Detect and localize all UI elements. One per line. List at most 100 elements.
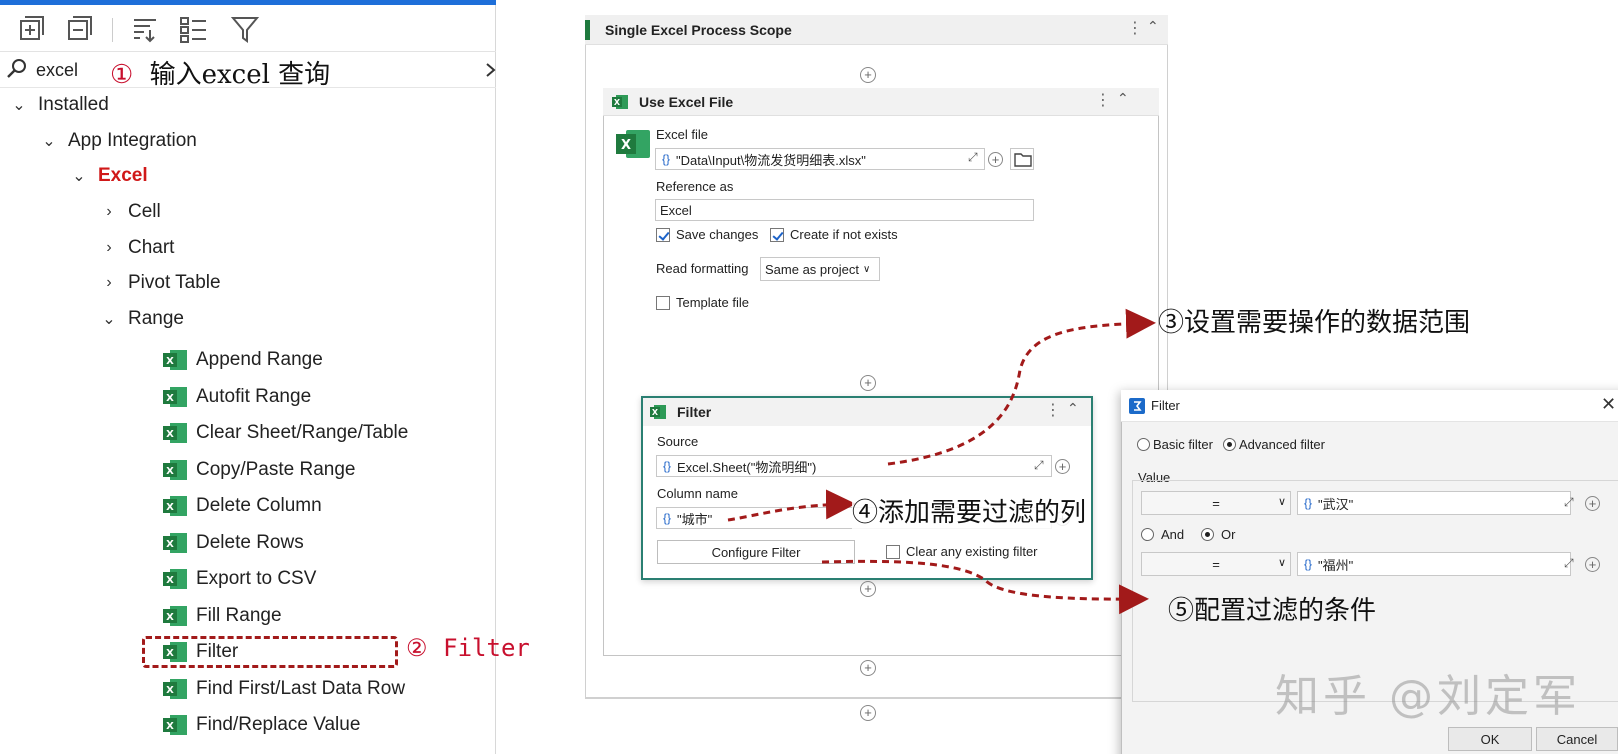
tree-item-app-integration[interactable]: ⌄ App Integration — [38, 124, 197, 158]
cancel-button[interactable]: Cancel — [1536, 727, 1618, 751]
value-input-2[interactable]: {} "福州" — [1297, 552, 1571, 576]
add-activity-icon[interactable]: + — [860, 67, 876, 83]
read-formatting-select[interactable]: Same as project ∨ — [760, 257, 880, 281]
activity-list-item[interactable]: X Export to CSV — [162, 562, 316, 596]
save-changes-label: Save changes — [676, 227, 759, 242]
source-input[interactable]: {} Excel.Sheet("物流明细") — [656, 455, 1052, 477]
clear-existing-filter-option[interactable]: Clear any existing filter — [886, 544, 1038, 559]
create-if-not-exists-checkbox[interactable] — [770, 227, 784, 242]
expand-editor-icon[interactable]: ⤢ — [1564, 495, 1574, 510]
browse-folder-button[interactable] — [1010, 148, 1034, 170]
ok-label: OK — [1480, 731, 1500, 747]
expand-all-icon[interactable] — [16, 14, 46, 44]
and-option[interactable]: And — [1141, 527, 1184, 542]
panel-top-accent — [0, 0, 496, 5]
add-value-icon[interactable]: + — [1585, 557, 1600, 572]
chevron-right-icon: › — [106, 239, 112, 256]
add-activity-icon[interactable]: + — [860, 705, 876, 721]
more-options-icon[interactable]: ⋮ — [1095, 90, 1111, 110]
dialog-title: Filter — [1151, 398, 1180, 413]
tree-item-chart[interactable]: › Chart — [98, 231, 174, 265]
activity-list-item[interactable]: X Autofit Range — [162, 380, 311, 414]
add-value-icon[interactable]: + — [1055, 459, 1070, 474]
activities-search-row: ① 输入excel 查询 — [0, 52, 496, 91]
template-file-checkbox[interactable] — [656, 295, 670, 310]
add-value-icon[interactable]: + — [988, 152, 1003, 167]
add-value-icon[interactable]: + — [1585, 496, 1600, 511]
advanced-filter-label: Advanced filter — [1239, 437, 1325, 452]
search-input[interactable] — [36, 56, 116, 84]
advanced-filter-radio[interactable] — [1223, 438, 1236, 451]
more-options-icon[interactable]: ⋮ — [1045, 400, 1061, 420]
sort-icon[interactable] — [130, 14, 160, 44]
svg-text:X: X — [166, 393, 174, 404]
list-view-icon[interactable] — [178, 14, 208, 44]
tree-item-range[interactable]: ⌄ Range — [98, 302, 184, 336]
activity-list-item[interactable]: X Fill Range — [162, 599, 282, 633]
operator-select-1[interactable]: = — [1141, 491, 1291, 515]
tree-item-cell[interactable]: › Cell — [98, 195, 161, 229]
more-options-icon[interactable]: ⋮ — [1127, 18, 1143, 38]
close-icon[interactable]: ✕ — [1601, 394, 1616, 415]
or-radio[interactable] — [1201, 528, 1214, 541]
add-activity-icon[interactable]: + — [860, 375, 876, 391]
template-file-option[interactable]: Template file — [656, 295, 749, 310]
scope-title: Single Excel Process Scope — [605, 22, 792, 38]
and-radio[interactable] — [1141, 528, 1154, 541]
advanced-filter-option[interactable]: Advanced filter — [1223, 437, 1325, 452]
add-activity-icon[interactable]: + — [860, 581, 876, 597]
svg-text:X: X — [166, 466, 174, 477]
column-name-value: "城市" — [677, 511, 713, 527]
activity-list-item[interactable]: X Delete Column — [162, 489, 322, 523]
collapse-all-icon[interactable] — [64, 14, 94, 44]
ok-button[interactable]: OK — [1448, 727, 1532, 751]
filter-activity-header[interactable]: X Filter ⋮ ⌃ — [643, 398, 1091, 426]
activity-list-item[interactable]: X Find First/Last Data Row — [162, 672, 405, 706]
create-if-not-exists-option[interactable]: Create if not exists — [770, 227, 898, 242]
basic-filter-option[interactable]: Basic filter — [1137, 437, 1213, 452]
tree-label: Installed — [38, 94, 109, 115]
save-changes-option[interactable]: Save changes — [656, 227, 758, 242]
use-excel-file-header[interactable]: X Use Excel File ⋮ ⌃ — [603, 88, 1159, 116]
collapse-icon[interactable]: ⌃ — [1067, 400, 1079, 417]
source-value: Excel.Sheet("物流明细") — [677, 459, 817, 475]
basic-filter-radio[interactable] — [1137, 438, 1150, 451]
reference-as-input[interactable]: Excel — [655, 199, 1034, 221]
read-formatting-value: Same as project — [765, 261, 859, 277]
activity-list-item[interactable]: X Append Range — [162, 343, 323, 377]
scope-header[interactable]: Single Excel Process Scope ⋮ ⌃ — [585, 15, 1168, 45]
tree-item-installed[interactable]: ⌄ Installed — [8, 88, 109, 122]
use-excel-title: Use Excel File — [639, 94, 734, 110]
expression-icon: {} — [1304, 557, 1313, 571]
chevron-right-icon[interactable] — [484, 62, 496, 78]
excel-icon: X — [163, 605, 187, 626]
expression-icon: {} — [663, 459, 672, 473]
save-changes-checkbox[interactable] — [656, 227, 670, 242]
expand-editor-icon[interactable]: ⤢ — [1034, 458, 1044, 473]
tree-label: Cell — [128, 201, 161, 222]
annotation-1: ① 输入excel 查询 — [110, 54, 330, 91]
activity-list-item[interactable]: X Find/Replace Value — [162, 708, 360, 742]
excel-file-input[interactable]: {} "Data\Input\物流发货明细表.xlsx" — [655, 148, 985, 170]
activity-list-item[interactable]: X Clear Sheet/Range/Table — [162, 416, 408, 450]
add-activity-icon[interactable]: + — [860, 660, 876, 676]
tree-item-excel[interactable]: ⌄ Excel — [68, 159, 147, 193]
collapse-icon[interactable]: ⌃ — [1147, 18, 1159, 35]
operator-select-2[interactable]: = — [1141, 552, 1291, 576]
tree-item-pivot-table[interactable]: › Pivot Table — [98, 266, 220, 300]
expand-editor-icon[interactable]: ⤢ — [968, 150, 978, 165]
excel-file-label: Excel file — [656, 127, 709, 142]
svg-text:X: X — [652, 408, 659, 417]
configure-filter-button[interactable]: Configure Filter — [657, 540, 855, 564]
annotation-1-text: 输入excel 查询 — [149, 60, 331, 90]
clear-existing-filter-checkbox[interactable] — [886, 544, 900, 559]
or-option[interactable]: Or — [1201, 527, 1235, 542]
chevron-right-icon: › — [106, 203, 112, 220]
expand-editor-icon[interactable]: ⤢ — [1564, 556, 1574, 571]
collapse-icon[interactable]: ⌃ — [1117, 90, 1129, 107]
value-input-1[interactable]: {} "武汉" — [1297, 491, 1571, 515]
activity-list-item[interactable]: X Copy/Paste Range — [162, 453, 356, 487]
activity-list-item[interactable]: X Delete Rows — [162, 526, 304, 560]
filter-icon[interactable] — [230, 14, 260, 44]
tree-label: App Integration — [68, 130, 197, 151]
